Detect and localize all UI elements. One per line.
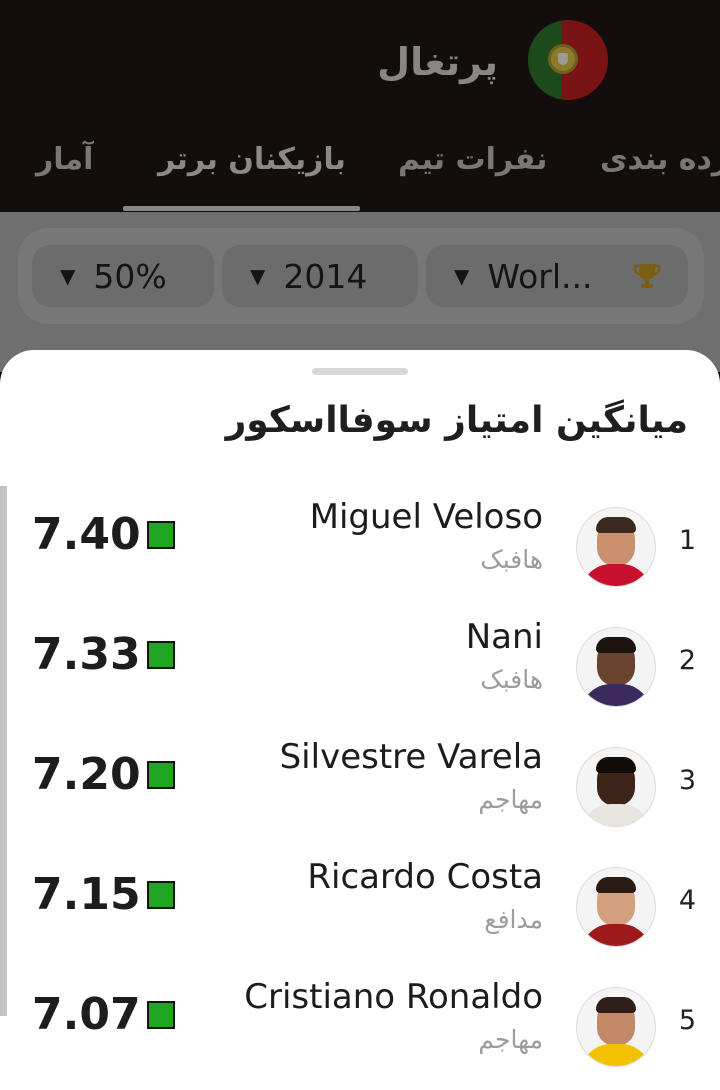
rating-value: 7.15 (32, 869, 141, 920)
rating-bottom-sheet: میانگین امتیاز سوفااسکور 1 Miguel Veloso… (0, 350, 720, 1090)
player-row[interactable]: 4 Ricardo Costa مدافع 7.15 (0, 847, 720, 967)
rating-badge-icon (146, 760, 175, 789)
rating-value: 7.40 (32, 509, 141, 560)
player-rating: 7.20 (32, 749, 175, 800)
player-rank: 3 (678, 765, 696, 796)
chevron-down-icon: ▼ (250, 264, 266, 288)
player-position: مدافع (484, 905, 543, 934)
player-avatar (576, 987, 656, 1067)
rating-value: 7.07 (32, 989, 141, 1040)
rating-badge-icon (146, 880, 175, 909)
tab-squad[interactable]: نفرات تیم (398, 142, 547, 177)
player-avatar (576, 627, 656, 707)
tab-stats[interactable]: آمار (36, 142, 93, 177)
season-dropdown[interactable]: ▼ 2014 (222, 245, 418, 307)
player-position: هافبک (480, 545, 543, 574)
player-rating: 7.07 (32, 989, 175, 1040)
player-name: Silvestre Varela (279, 737, 543, 777)
rating-value: 7.33 (32, 629, 141, 680)
sheet-title: میانگین امتیاز سوفااسکور (225, 400, 688, 441)
player-rating: 7.33 (32, 629, 175, 680)
rating-badge-icon (146, 1000, 175, 1029)
player-avatar (576, 867, 656, 947)
trophy-icon (633, 264, 661, 288)
competition-value: Worl... (487, 256, 593, 296)
player-position: هافبک (480, 665, 543, 694)
player-avatar (576, 747, 656, 827)
player-name: Nani (465, 617, 543, 657)
tab-standings[interactable]: رده بندی (600, 142, 720, 177)
rating-value: 7.20 (32, 749, 141, 800)
player-position: مهاجم (478, 785, 543, 814)
percent-dropdown[interactable]: ▼ 50% (32, 245, 214, 307)
rating-badge-icon (146, 640, 175, 669)
rating-badge-icon (146, 520, 175, 549)
player-rank: 4 (678, 885, 696, 916)
percent-value: 50% (93, 256, 167, 296)
player-name: Ricardo Costa (307, 857, 543, 897)
active-tab-indicator (123, 206, 360, 211)
tab-bar: آمار بازیکنان برتر نفرات تیم رده بندی (0, 120, 720, 212)
title-row: پرتغال (377, 34, 498, 90)
chevron-down-icon: ▼ (454, 264, 470, 288)
player-row[interactable]: 2 Nani هافبک 7.33 (0, 607, 720, 727)
sheet-drag-handle[interactable] (312, 368, 408, 375)
chevron-down-icon: ▼ (60, 264, 76, 288)
player-row[interactable]: 1 Miguel Veloso هافبک 7.40 (0, 487, 720, 607)
competition-dropdown[interactable]: ▼ Worl... (426, 245, 688, 307)
player-rank: 2 (678, 645, 696, 676)
tab-top-players[interactable]: بازیکنان برتر (158, 142, 346, 177)
portugal-flag-icon (528, 20, 608, 100)
team-name: پرتغال (377, 40, 498, 84)
player-rating: 7.40 (32, 509, 175, 560)
player-rank: 5 (678, 1005, 696, 1036)
player-avatar (576, 507, 656, 587)
player-name: Cristiano Ronaldo (244, 977, 543, 1017)
player-row[interactable]: 5 Cristiano Ronaldo مهاجم 7.07 (0, 967, 720, 1087)
team-header: پرتغال آمار بازیکنان برتر نفرات تیم رده … (0, 0, 720, 212)
season-value: 2014 (283, 256, 368, 296)
player-position: مهاجم (478, 1025, 543, 1054)
player-rank: 1 (678, 525, 696, 556)
player-row[interactable]: 3 Silvestre Varela مهاجم 7.20 (0, 727, 720, 847)
player-name: Miguel Veloso (309, 497, 543, 537)
player-rating: 7.15 (32, 869, 175, 920)
